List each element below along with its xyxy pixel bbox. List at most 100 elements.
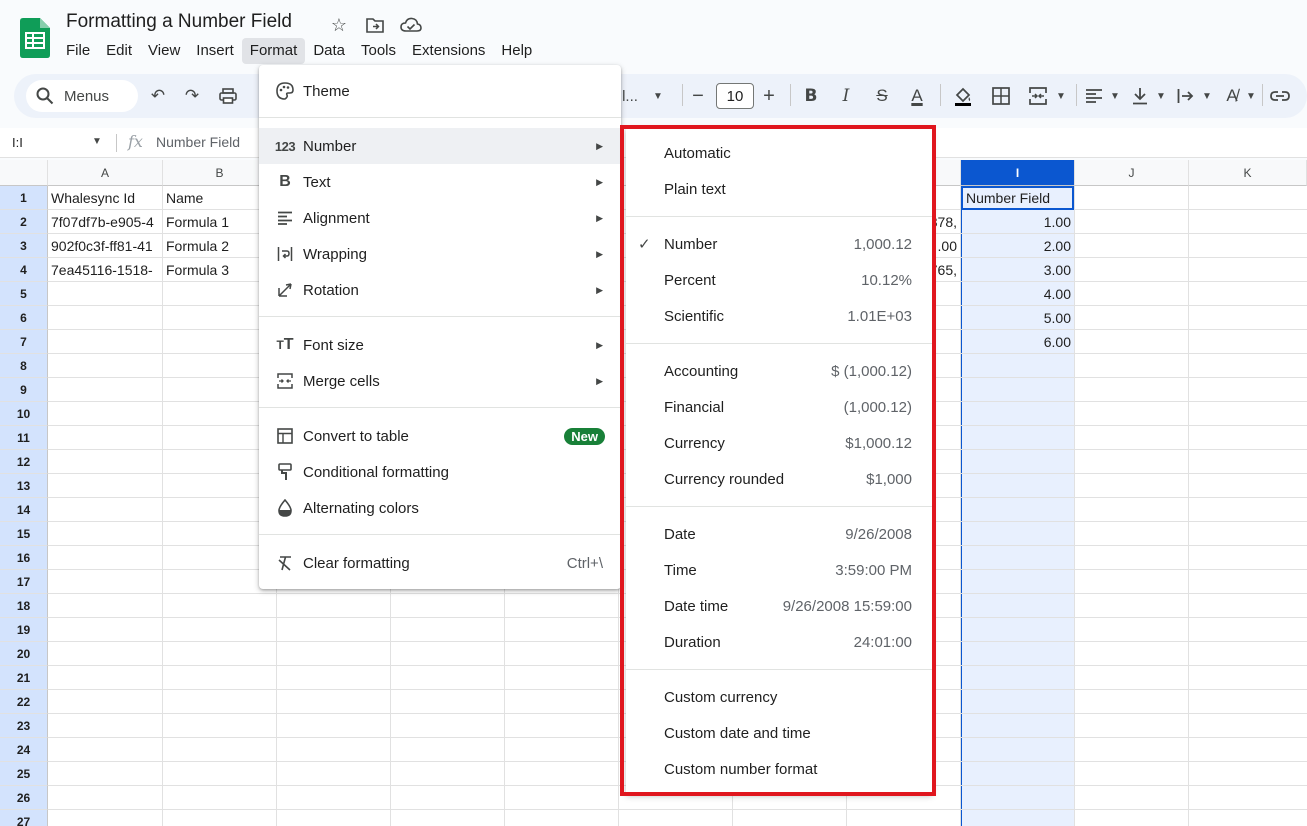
number-format-accounting[interactable]: Accounting $ (1,000.12) [626,353,932,389]
sheets-logo-icon[interactable] [20,18,50,58]
number-format-automatic[interactable]: Automatic [626,135,932,171]
row-header[interactable]: 24 [0,738,48,762]
number-format-scientific[interactable]: Scientific 1.01E+03 [626,298,932,334]
cell-a1[interactable]: Whalesync Id [48,186,162,210]
number-format-date-time[interactable]: Date time 9/26/2008 15:59:00 [626,588,932,624]
menu-format[interactable]: Format [241,38,306,64]
column-header-j[interactable]: J [1075,160,1189,186]
name-box[interactable]: I:I [12,135,23,150]
text-color-icon[interactable]: A [905,84,929,108]
row-header[interactable]: 16 [0,546,48,570]
row-header[interactable]: 12 [0,450,48,474]
menu-file[interactable]: File [58,38,98,64]
column-header-a[interactable]: A [48,160,163,186]
formula-input[interactable]: Number Field [156,134,240,150]
cell-a3[interactable]: 902f0c3f-ff81-41 [48,234,162,258]
row-header[interactable]: 23 [0,714,48,738]
number-format-percent[interactable]: Percent 10.12% [626,262,932,298]
row-header[interactable]: 26 [0,786,48,810]
row-header[interactable]: 2 [0,210,48,234]
menu-insert[interactable]: Insert [188,38,242,64]
move-folder-icon[interactable] [362,12,388,38]
row-header[interactable]: 11 [0,426,48,450]
menu-edit[interactable]: Edit [98,38,140,64]
search-menus-button[interactable]: Menus [26,80,138,112]
row-header[interactable]: 20 [0,642,48,666]
column-header-k[interactable]: K [1189,160,1307,186]
row-header[interactable]: 18 [0,594,48,618]
number-format-currency-rounded[interactable]: Currency rounded $1,000 [626,461,932,497]
chevron-down-icon[interactable]: ▼ [92,136,102,147]
strikethrough-icon[interactable]: S [870,84,894,108]
cell-i6[interactable]: 5.00 [961,306,1074,330]
format-menu-item-clear-formatting[interactable]: Clear formatting Ctrl+\ [259,545,621,581]
text-wrapping-icon[interactable] [1174,84,1198,108]
text-rotation-icon[interactable]: A̸ [1220,84,1244,108]
cell-a2[interactable]: 7f07df7b-e905-4 [48,210,162,234]
row-header[interactable]: 27 [0,810,48,826]
row-header[interactable]: 1 [0,186,48,210]
row-header[interactable]: 21 [0,666,48,690]
cell-a4[interactable]: 7ea45116-1518- [48,258,162,282]
number-format-custom-date-and-time[interactable]: Custom date and time [626,715,932,751]
format-menu-item-merge-cells[interactable]: Merge cells ▶ [259,363,621,399]
row-header[interactable]: 8 [0,354,48,378]
number-format-custom-number-format[interactable]: Custom number format [626,751,932,787]
cell-i7[interactable]: 6.00 [961,330,1074,354]
cloud-status-icon[interactable] [398,12,424,38]
format-menu-item-alignment[interactable]: Alignment ▶ [259,200,621,236]
bold-icon[interactable]: B [799,84,823,108]
cell-i5[interactable]: 4.00 [961,282,1074,306]
merge-cells-icon[interactable] [1026,84,1050,108]
chevron-down-icon[interactable]: ▼ [1200,84,1214,108]
undo-icon[interactable]: ↶ [146,84,170,108]
row-header[interactable]: 9 [0,378,48,402]
row-header[interactable]: 22 [0,690,48,714]
format-menu-item-text[interactable]: B Text ▶ [259,164,621,200]
chevron-down-icon[interactable]: ▼ [1054,84,1068,108]
menu-extensions[interactable]: Extensions [404,38,493,64]
print-icon[interactable] [216,84,240,108]
cell-i1[interactable]: Number Field [961,186,1074,210]
chevron-down-icon[interactable]: ▼ [1244,84,1258,108]
row-header[interactable]: 6 [0,306,48,330]
chevron-down-icon[interactable]: ▼ [1154,84,1168,108]
format-menu-item-number[interactable]: 123 Number ▶ [259,128,621,164]
font-family-select[interactable]: l... [620,84,640,108]
select-all-corner[interactable] [0,160,48,186]
number-format-duration[interactable]: Duration 24:01:00 [626,624,932,660]
format-menu-item-convert-to-table[interactable]: Convert to table New [259,418,621,454]
row-header[interactable]: 5 [0,282,48,306]
number-format-plain-text[interactable]: Plain text [626,171,932,207]
borders-icon[interactable] [989,84,1013,108]
italic-icon[interactable]: I [834,84,858,108]
format-menu-item-wrapping[interactable]: Wrapping ▶ [259,236,621,272]
row-header[interactable]: 15 [0,522,48,546]
horizontal-align-icon[interactable] [1082,84,1106,108]
format-menu-item-rotation[interactable]: Rotation ▶ [259,272,621,308]
column-header-i[interactable]: I [961,160,1075,186]
menu-tools[interactable]: Tools [353,38,404,64]
document-title[interactable]: Formatting a Number Field [66,11,292,33]
number-format-time[interactable]: Time 3:59:00 PM [626,552,932,588]
row-header[interactable]: 3 [0,234,48,258]
number-format-currency[interactable]: Currency $1,000.12 [626,425,932,461]
row-header[interactable]: 4 [0,258,48,282]
row-header[interactable]: 19 [0,618,48,642]
menu-data[interactable]: Data [305,38,353,64]
decrease-font-size-icon[interactable]: − [686,84,710,108]
font-size-input[interactable]: 10 [716,83,754,109]
format-menu-item-font-size[interactable]: TT Font size ▶ [259,327,621,363]
insert-link-icon[interactable] [1268,84,1292,108]
number-format-number[interactable]: ✓ Number 1,000.12 [626,226,932,262]
row-header[interactable]: 14 [0,498,48,522]
star-icon[interactable]: ☆ [326,12,352,38]
menu-help[interactable]: Help [493,38,540,64]
vertical-align-icon[interactable] [1128,84,1152,108]
cell-i3[interactable]: 2.00 [961,234,1074,258]
number-format-financial[interactable]: Financial (1,000.12) [626,389,932,425]
number-format-custom-currency[interactable]: Custom currency [626,679,932,715]
chevron-down-icon[interactable]: ▼ [650,84,666,108]
format-menu-item-theme[interactable]: Theme [259,73,621,109]
redo-icon[interactable]: ↷ [180,84,204,108]
